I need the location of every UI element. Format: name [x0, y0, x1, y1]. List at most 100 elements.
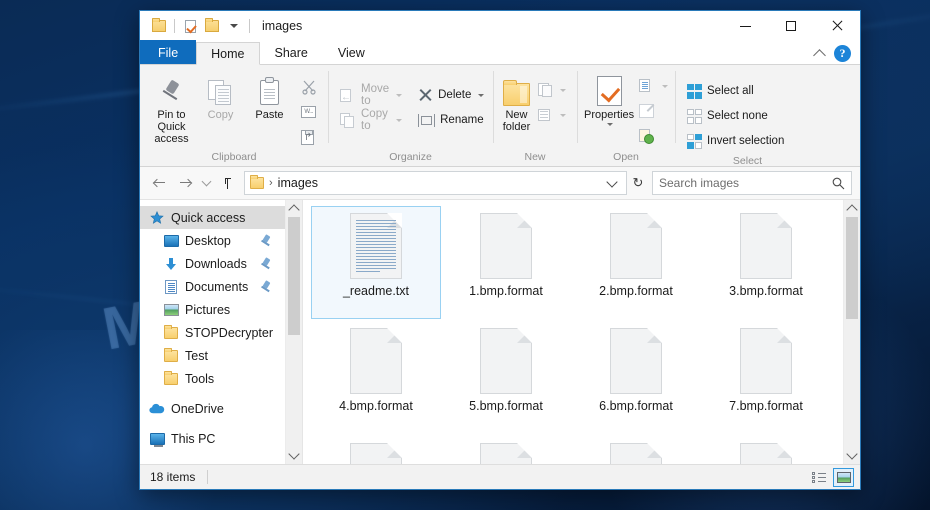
chevron-down-icon[interactable]: [560, 88, 566, 92]
divider: [249, 19, 250, 33]
file-name: 6.bmp.format: [599, 399, 673, 413]
properties-icon[interactable]: [179, 15, 201, 37]
close-button[interactable]: [814, 11, 860, 41]
breadcrumb-item-images[interactable]: images: [278, 176, 318, 190]
properties-button[interactable]: Properties: [584, 70, 634, 126]
sidebar-item-onedrive[interactable]: OneDrive: [140, 397, 285, 420]
chevron-down-icon[interactable]: [396, 118, 403, 122]
scroll-track[interactable]: [844, 217, 860, 447]
chevron-down-icon[interactable]: [606, 175, 618, 188]
folder-icon[interactable]: [201, 15, 223, 37]
pin-icon: [261, 235, 271, 246]
scroll-thumb[interactable]: [846, 217, 858, 319]
large-icons-view-icon: [836, 471, 851, 483]
scroll-down-button[interactable]: [844, 447, 860, 464]
sidebar-item-tools[interactable]: Tools: [140, 367, 285, 390]
tab-share[interactable]: Share: [260, 41, 323, 64]
sidebar-item-pictures[interactable]: Pictures: [140, 298, 285, 321]
select-none-label: Select none: [707, 110, 768, 122]
scroll-down-button[interactable]: [286, 447, 302, 464]
scroll-up-button[interactable]: [844, 200, 860, 217]
chevron-up-icon[interactable]: [813, 49, 826, 62]
refresh-button[interactable]: ↻: [627, 171, 649, 195]
scroll-track[interactable]: [286, 217, 302, 447]
chevron-down-icon[interactable]: [560, 113, 566, 117]
up-button[interactable]: [214, 170, 240, 196]
file-item-1[interactable]: 1.bmp.format: [441, 206, 571, 319]
chevron-down-icon[interactable]: [607, 123, 614, 126]
sidebar-item-desktop[interactable]: Desktop: [140, 229, 285, 252]
chevron-down-icon[interactable]: [223, 15, 245, 37]
file-item-8[interactable]: [311, 436, 441, 464]
back-arrow-icon: [152, 178, 165, 189]
file-list-pane[interactable]: _readme.txt 1.bmp.format 2.bmp.format 3.…: [303, 200, 843, 464]
pictures-icon: [162, 303, 180, 316]
open-button[interactable]: [634, 74, 673, 98]
up-arrow-icon: [222, 177, 233, 189]
scroll-up-button[interactable]: [286, 200, 302, 217]
help-icon[interactable]: ?: [834, 45, 851, 62]
search-box[interactable]: Search images: [652, 171, 852, 195]
search-icon: [832, 177, 845, 190]
minimize-button[interactable]: [722, 11, 768, 41]
sidebar-item-documents[interactable]: Documents: [140, 275, 285, 298]
edit-button[interactable]: [634, 99, 673, 123]
tab-home[interactable]: Home: [196, 42, 260, 65]
file-item-11[interactable]: [701, 436, 831, 464]
search-input[interactable]: Search images: [659, 176, 832, 190]
sidebar-item-this-pc[interactable]: This PC: [140, 427, 285, 450]
new-item-button[interactable]: [533, 78, 571, 102]
navigation-pane-scrollbar[interactable]: [285, 200, 302, 464]
maximize-button[interactable]: [768, 11, 814, 41]
file-item-readme[interactable]: _readme.txt: [311, 206, 441, 319]
sidebar-item-label: Pictures: [185, 302, 231, 317]
ribbon-group-organize: ← Move to Copy to Delete Rename Organize: [328, 65, 493, 166]
select-all-button[interactable]: Select all: [682, 79, 789, 103]
system-menu-icon[interactable]: [148, 15, 170, 37]
tab-file[interactable]: File: [140, 40, 197, 64]
file-item-2[interactable]: 2.bmp.format: [571, 206, 701, 319]
scroll-thumb[interactable]: [288, 217, 300, 335]
details-view-button[interactable]: [808, 468, 829, 487]
sidebar-item-test[interactable]: Test: [140, 344, 285, 367]
chevron-down-icon[interactable]: [478, 93, 485, 97]
recent-locations-button[interactable]: [198, 170, 214, 196]
breadcrumb-bar[interactable]: › images: [244, 171, 627, 195]
chevron-down-icon[interactable]: [662, 84, 669, 88]
file-item-10[interactable]: [571, 436, 701, 464]
sidebar-item-downloads[interactable]: Downloads: [140, 252, 285, 275]
paste-shortcut-button[interactable]: [296, 125, 322, 149]
file-item-5[interactable]: 5.bmp.format: [441, 321, 571, 434]
history-button[interactable]: [634, 124, 673, 148]
copy-path-button[interactable]: W...: [296, 100, 322, 124]
pin-to-quick-access-button[interactable]: Pin to Quick access: [147, 70, 196, 145]
file-pane-scrollbar[interactable]: [843, 200, 860, 464]
forward-button[interactable]: [172, 170, 198, 196]
file-item-6[interactable]: 6.bmp.format: [571, 321, 701, 434]
paste-button[interactable]: Paste: [245, 70, 294, 121]
sidebar-item-quick-access[interactable]: Quick access: [140, 206, 285, 229]
file-item-4[interactable]: 4.bmp.format: [311, 321, 441, 434]
chevron-down-icon[interactable]: [396, 93, 403, 97]
properties-label: Properties: [584, 109, 635, 121]
invert-selection-button[interactable]: Invert selection: [682, 129, 789, 153]
tab-view[interactable]: View: [323, 41, 380, 64]
delete-button[interactable]: Delete: [413, 83, 489, 107]
file-item-9[interactable]: [441, 436, 571, 464]
easy-access-button[interactable]: [533, 103, 571, 127]
scissors-icon: [301, 79, 317, 95]
copy-to-button[interactable]: Copy to: [335, 108, 407, 132]
large-icons-view-button[interactable]: [833, 467, 854, 487]
new-folder-button[interactable]: New folder: [500, 70, 533, 133]
sidebar-item-stopdecrypter[interactable]: STOPDecrypter: [140, 321, 285, 344]
file-name: 4.bmp.format: [339, 399, 413, 413]
select-none-button[interactable]: Select none: [682, 104, 789, 128]
move-to-button[interactable]: ← Move to: [335, 83, 407, 107]
copy-button[interactable]: Copy: [196, 70, 245, 121]
cut-button[interactable]: [296, 75, 322, 99]
rename-button[interactable]: Rename: [413, 108, 489, 132]
back-button[interactable]: [146, 170, 172, 196]
file-item-7[interactable]: 7.bmp.format: [701, 321, 831, 434]
copy-path-icon: W...: [301, 106, 316, 118]
file-item-3[interactable]: 3.bmp.format: [701, 206, 831, 319]
